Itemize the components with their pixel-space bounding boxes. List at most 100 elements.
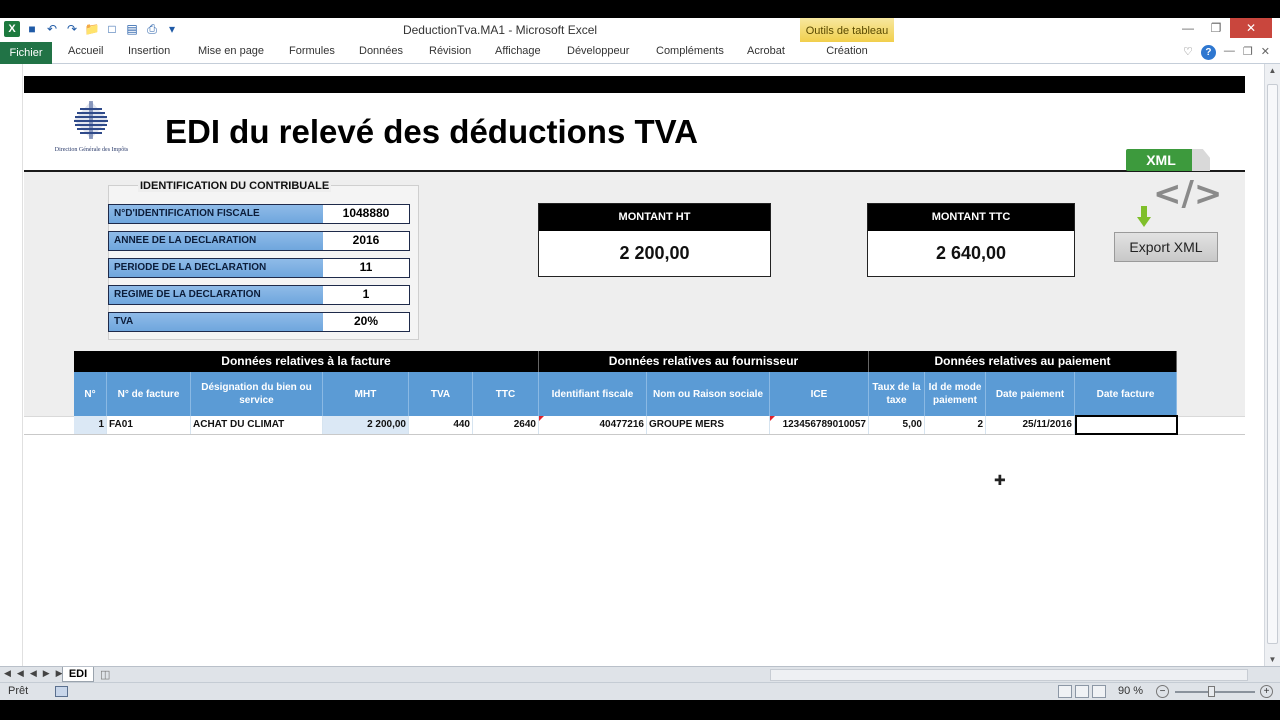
tab-creation[interactable]: Création <box>800 45 894 57</box>
ident-value[interactable]: 1048880 <box>323 205 409 223</box>
col-header-numero[interactable]: N° <box>74 372 107 416</box>
scroll-down-icon[interactable]: ▼ <box>1265 655 1280 664</box>
workbook-restore-icon[interactable]: ❐ <box>1243 45 1253 60</box>
col-header-identifiant-fiscale[interactable]: Identifiant fiscale <box>539 372 647 416</box>
ident-label: PERIODE DE LA DECLARATION <box>109 259 323 277</box>
ident-value[interactable]: 11 <box>323 259 409 277</box>
zoom-out-icon[interactable]: − <box>1156 685 1169 698</box>
col-header-num-facture[interactable]: N° de facture <box>107 372 191 416</box>
ident-label: N°D'IDENTIFICATION FISCALE <box>109 205 323 223</box>
status-mode: Prêt <box>8 685 29 697</box>
col-header-designation[interactable]: Désignation du bien ou service <box>191 372 323 416</box>
insert-sheet-icon[interactable]: ◫ <box>100 668 110 681</box>
table-cell[interactable]: ACHAT DU CLIMAT <box>191 416 323 434</box>
sheet-tab-edi[interactable]: EDI <box>62 667 94 682</box>
tab-acrobat[interactable]: Acrobat <box>747 45 785 57</box>
table-cell[interactable]: 2 200,00 <box>323 416 409 434</box>
tab-formules[interactable]: Formules <box>289 45 335 57</box>
zoom-slider-knob[interactable] <box>1208 686 1215 697</box>
vertical-scrollbar[interactable]: ▲ ▼ <box>1264 64 1280 666</box>
montant-ht-value: 2 200,00 <box>619 243 690 263</box>
zoom-in-icon[interactable]: + <box>1260 685 1273 698</box>
zoom-level[interactable]: 90 % <box>1118 685 1143 697</box>
scroll-up-icon[interactable]: ▲ <box>1265 66 1280 75</box>
ident-value[interactable]: 1 <box>323 286 409 304</box>
identification-title: IDENTIFICATION DU CONTRIBUALE <box>138 180 332 192</box>
page-break-view-icon[interactable] <box>1092 685 1106 698</box>
col-header-date-paiement[interactable]: Date paiement <box>986 372 1075 416</box>
table-cell[interactable]: 5,00 <box>869 416 925 434</box>
group-header-paiement: Données relatives au paiement <box>869 351 1177 372</box>
macro-record-icon[interactable] <box>55 686 68 697</box>
col-header-ice[interactable]: ICE <box>770 372 869 416</box>
view-buttons <box>1058 685 1106 698</box>
comment-indicator-icon <box>539 416 544 421</box>
ident-row-regime: REGIME DE LA DECLARATION 1 <box>108 285 410 305</box>
cell-cursor-icon: ✚ <box>994 472 1006 488</box>
table-cell[interactable]: 2 <box>925 416 986 434</box>
dgi-logo-icon <box>74 101 108 139</box>
tab-affichage[interactable]: Affichage <box>495 45 541 57</box>
download-arrow-icon <box>1137 206 1151 227</box>
minimize-ribbon-icon[interactable]: ♡ <box>1183 45 1193 60</box>
col-header-mht[interactable]: MHT <box>323 372 409 416</box>
horizontal-scrollbar[interactable] <box>770 669 1248 681</box>
ident-label: TVA <box>109 313 323 331</box>
montant-ttc-label: MONTANT TTC <box>868 204 1074 231</box>
workbook-minimize-icon[interactable]: — <box>1224 45 1235 60</box>
table-cell[interactable]: 25/11/2016 <box>986 416 1075 434</box>
title-bar: X ■ ↶ ↷ 📁 □ ▤ ⎙ ▾ Outils de tableau Dedu… <box>0 18 1280 42</box>
dgi-logo: Direction Générale des Impôts <box>44 101 139 161</box>
ident-label: ANNEE DE LA DECLARATION <box>109 232 323 250</box>
col-header-date-facture[interactable]: Date facture <box>1075 372 1177 416</box>
page-layout-view-icon[interactable] <box>1075 685 1089 698</box>
header-band: Direction Générale des Impôts EDI du rel… <box>24 93 1245 170</box>
tab-complements[interactable]: Compléments <box>656 45 724 57</box>
table-cell[interactable]: 440 <box>409 416 473 434</box>
tab-developpeur[interactable]: Développeur <box>567 45 629 57</box>
table-cell[interactable]: 40477216 <box>539 416 647 434</box>
col-header-ttc[interactable]: TTC <box>473 372 539 416</box>
help-icon[interactable]: ? <box>1200 45 1216 60</box>
selected-cell[interactable] <box>1075 415 1178 435</box>
col-header-mode-paiement[interactable]: Id de mode paiement <box>925 372 986 416</box>
xml-badge-icon: XML <box>1126 149 1196 171</box>
table-cell[interactable]: 123456789010057 <box>770 416 869 434</box>
vertical-scroll-thumb[interactable] <box>1267 84 1278 644</box>
col-header-tva[interactable]: TVA <box>409 372 473 416</box>
code-icon: </> <box>1153 174 1223 214</box>
ribbon-tabs: Fichier Accueil Insertion Mise en page F… <box>0 42 1280 64</box>
window-controls: — ❐ ✕ <box>1174 18 1272 38</box>
ident-value[interactable]: 2016 <box>323 232 409 250</box>
row-divider <box>24 434 1245 435</box>
tab-mise-en-page[interactable]: Mise en page <box>198 45 264 57</box>
normal-view-icon[interactable] <box>1058 685 1072 698</box>
minimize-icon[interactable]: — <box>1174 18 1202 38</box>
tab-insertion[interactable]: Insertion <box>128 45 170 57</box>
col-header-raison-sociale[interactable]: Nom ou Raison sociale <box>647 372 770 416</box>
window-title: DeductionTva.MA1 - Microsoft Excel <box>402 23 598 37</box>
sheet-nav-icons[interactable]: ◀◀◀▶▶ <box>4 668 69 679</box>
zoom-slider[interactable] <box>1175 691 1255 693</box>
tab-donnees[interactable]: Données <box>359 45 403 57</box>
tab-revision[interactable]: Révision <box>429 45 471 57</box>
ribbon-controls: ♡ ? — ❐ ✕ <box>1183 45 1270 60</box>
tab-accueil[interactable]: Accueil <box>68 45 103 57</box>
col-header-taux-taxe[interactable]: Taux de la taxe <box>869 372 925 416</box>
status-bar: Prêt 90 % − + <box>0 682 1280 700</box>
comment-indicator-icon <box>770 416 775 421</box>
export-xml-button[interactable]: Export XML <box>1114 232 1218 262</box>
tab-fichier[interactable]: Fichier <box>0 42 52 64</box>
ident-value[interactable]: 20% <box>323 313 409 331</box>
table-cell[interactable]: FA01 <box>107 416 191 434</box>
workbook-close-icon[interactable]: ✕ <box>1261 45 1270 60</box>
row-gutter <box>0 64 23 666</box>
excel-window: X ■ ↶ ↷ 📁 □ ▤ ⎙ ▾ Outils de tableau Dedu… <box>0 0 1280 720</box>
close-icon[interactable]: ✕ <box>1230 18 1272 38</box>
group-header-facture: Données relatives à la facture <box>74 351 539 372</box>
table-cell[interactable]: GROUPE MERS <box>647 416 770 434</box>
worksheet[interactable]: Direction Générale des Impôts EDI du rel… <box>24 64 1245 666</box>
restore-icon[interactable]: ❐ <box>1202 18 1230 38</box>
table-cell[interactable]: 2640 <box>473 416 539 434</box>
table-cell[interactable]: 1 <box>74 416 107 434</box>
